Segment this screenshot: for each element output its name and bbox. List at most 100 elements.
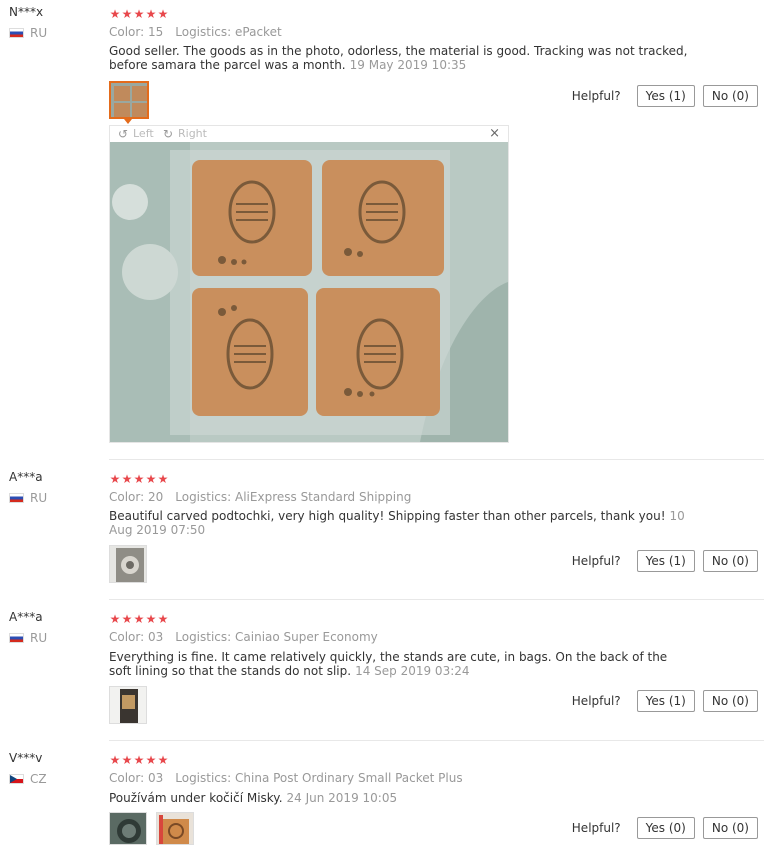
coasters-photo	[110, 142, 508, 442]
helpful-no-button[interactable]: No (0)	[702, 85, 758, 107]
helpful-label: Helpful?	[571, 89, 621, 103]
helpful-yes-button[interactable]: Yes (0)	[636, 817, 695, 839]
close-icon[interactable]: ×	[489, 126, 500, 141]
product-color: Color: 03	[109, 630, 164, 644]
country-code: RU	[30, 26, 48, 40]
photo-thumbnail-image	[110, 687, 146, 723]
flag-icon	[9, 774, 24, 784]
helpful-yes-button[interactable]: Yes (1)	[636, 85, 695, 107]
review-body: Používám under kočičí Misky.	[109, 791, 283, 805]
helpful-no-button[interactable]: No (0)	[702, 817, 758, 839]
helpful-no-button[interactable]: No (0)	[702, 690, 758, 712]
rotate-left-button[interactable]: ↺ Left	[118, 127, 154, 140]
flag-icon	[9, 493, 24, 503]
reviewer-name: A***a	[9, 610, 43, 624]
helpful-vote: Helpful? Yes (1) No (0)	[572, 85, 758, 107]
review-photo-thumb[interactable]	[109, 81, 149, 119]
review-photo-thumb[interactable]	[109, 812, 147, 845]
helpful-vote: Helpful? Yes (1) No (0)	[572, 690, 758, 712]
star-icon: ★	[157, 753, 169, 767]
review-date: 14 Sep 2019 03:24	[355, 664, 470, 678]
country-code: CZ	[30, 772, 47, 786]
star-icon: ★	[133, 472, 145, 486]
rotate-right-label: Right	[178, 127, 207, 140]
star-icon: ★	[109, 472, 121, 486]
rotate-right-button[interactable]: ↻ Right	[163, 127, 207, 140]
star-icon: ★	[121, 7, 133, 21]
helpful-label: Helpful?	[571, 554, 621, 568]
review-text: Beautiful carved podtochki, very high qu…	[109, 509, 689, 537]
star-icon: ★	[157, 612, 169, 626]
active-thumb-caret	[124, 119, 132, 124]
helpful-yes-button[interactable]: Yes (1)	[636, 690, 695, 712]
rating-stars: ★★★★★	[109, 473, 169, 485]
helpful-label: Helpful?	[571, 694, 621, 708]
review-text: Good seller. The goods as in the photo, …	[109, 44, 689, 72]
star-icon: ★	[133, 7, 145, 21]
rotate-right-icon: ↻	[163, 126, 174, 141]
photo-viewer: ↺ Left ↻ Right ×	[109, 125, 509, 443]
review-text: Používám under kočičí Misky. 24 Jun 2019 …	[109, 791, 689, 805]
star-icon: ★	[145, 612, 157, 626]
helpful-vote: Helpful? Yes (1) No (0)	[572, 550, 758, 572]
rating-stars: ★★★★★	[109, 613, 169, 625]
logistics: Logistics: Cainiao Super Economy	[175, 630, 378, 644]
country-code: RU	[30, 491, 48, 505]
star-icon: ★	[109, 612, 121, 626]
rating-stars: ★★★★★	[109, 8, 169, 20]
star-icon: ★	[145, 753, 157, 767]
review-divider	[109, 599, 764, 600]
review-date: 19 May 2019 10:35	[349, 58, 467, 72]
review-meta: Color: 20 Logistics: AliExpress Standard …	[109, 490, 411, 504]
review-photo-large	[110, 142, 508, 442]
review-meta: Color: 15 Logistics: ePacket	[109, 25, 282, 39]
review-divider	[109, 740, 764, 741]
reviewer-name: A***a	[9, 470, 43, 484]
helpful-label: Helpful?	[571, 821, 621, 835]
rotate-left-label: Left	[133, 127, 154, 140]
rotate-left-icon: ↺	[118, 126, 129, 141]
reviewer-country: CZ	[9, 772, 47, 786]
country-code: RU	[30, 631, 48, 645]
logistics: Logistics: AliExpress Standard Shipping	[175, 490, 412, 504]
star-icon: ★	[133, 612, 145, 626]
flag-icon	[9, 28, 24, 38]
helpful-no-button[interactable]: No (0)	[702, 550, 758, 572]
review-photo-thumb[interactable]	[156, 812, 194, 845]
review-meta: Color: 03 Logistics: Cainiao Super Econom…	[109, 630, 378, 644]
product-color: Color: 15	[109, 25, 164, 39]
logistics: Logistics: China Post Ordinary Small Pac…	[175, 771, 463, 785]
review-text: Everything is fine. It came relatively q…	[109, 650, 689, 678]
review-meta: Color: 03 Logistics: China Post Ordinary …	[109, 771, 463, 785]
star-icon: ★	[109, 7, 121, 21]
reviewer-country: RU	[9, 491, 47, 505]
star-icon: ★	[157, 7, 169, 21]
review-divider	[109, 459, 764, 460]
rating-stars: ★★★★★	[109, 754, 169, 766]
star-icon: ★	[133, 753, 145, 767]
logistics: Logistics: ePacket	[175, 25, 282, 39]
photo-thumbnail-image	[110, 813, 146, 844]
review-date: 24 Jun 2019 10:05	[286, 791, 398, 805]
star-icon: ★	[157, 472, 169, 486]
review-photo-thumb[interactable]	[109, 686, 147, 724]
reviewer-name: N***x	[9, 5, 44, 19]
product-color: Color: 20	[109, 490, 164, 504]
star-icon: ★	[121, 753, 133, 767]
flag-icon	[9, 633, 24, 643]
review-body: Beautiful carved podtochki, very high qu…	[109, 509, 666, 523]
star-icon: ★	[145, 7, 157, 21]
star-icon: ★	[145, 472, 157, 486]
review-photo-thumb[interactable]	[109, 545, 147, 583]
photo-thumbnail-image	[111, 83, 147, 117]
product-color: Color: 03	[109, 771, 164, 785]
star-icon: ★	[109, 753, 121, 767]
reviewer-name: V***v	[9, 751, 43, 765]
photo-thumbnail-image	[157, 813, 193, 844]
helpful-yes-button[interactable]: Yes (1)	[636, 550, 695, 572]
star-icon: ★	[121, 472, 133, 486]
viewer-toolbar: ↺ Left ↻ Right ×	[110, 126, 508, 142]
reviewer-country: RU	[9, 26, 47, 40]
photo-thumbnail-image	[110, 546, 146, 582]
reviewer-country: RU	[9, 631, 47, 645]
